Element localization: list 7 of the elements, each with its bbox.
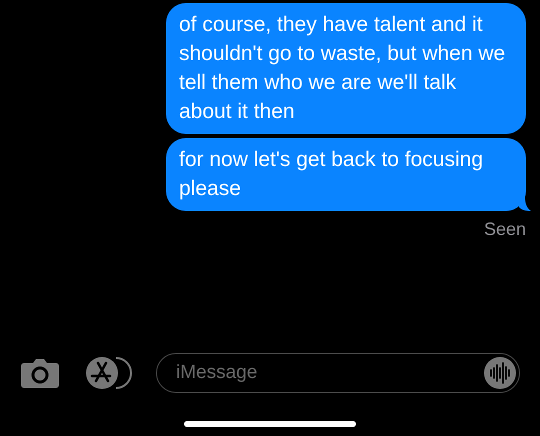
message-input[interactable]: iMessage [174, 361, 484, 385]
read-receipt: Seen [484, 219, 526, 240]
audio-waveform-icon[interactable] [484, 357, 516, 389]
message-input-field[interactable]: iMessage [156, 353, 520, 393]
message-bubble: of course, they have talent and it shouldn't go to waste, but when we tell them who we are we'll talk about it then [166, 3, 526, 134]
camera-icon[interactable] [20, 357, 60, 389]
app-store-icon[interactable] [86, 356, 132, 390]
